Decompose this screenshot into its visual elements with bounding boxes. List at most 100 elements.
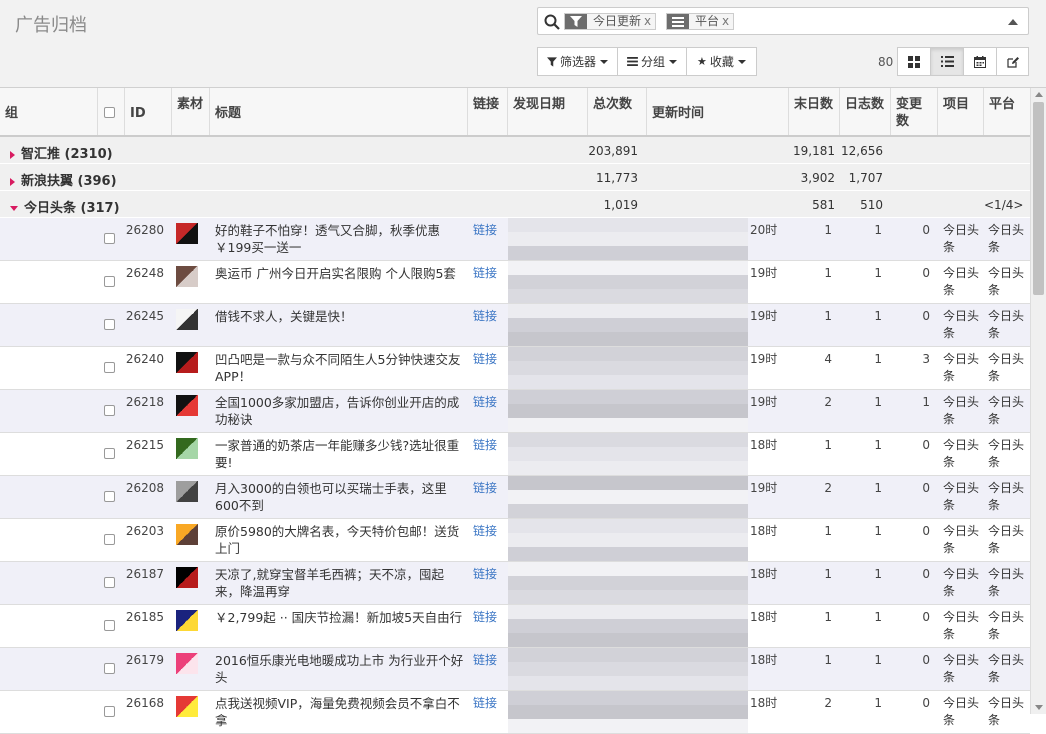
select-all-checkbox[interactable]	[104, 107, 115, 118]
ad-thumbnail[interactable]	[176, 481, 198, 502]
row-checkbox[interactable]	[104, 276, 115, 287]
table-row[interactable]: 26185 ￥2,799起 ·· 国庆节捡漏！新加坡5天自由行 链接 18时 1 1 0 今日…	[0, 605, 1030, 648]
row-checkbox[interactable]	[104, 534, 115, 545]
row-link[interactable]: 链接	[473, 351, 497, 368]
list-view-button[interactable]	[930, 47, 964, 76]
row-project: 今日头条	[943, 352, 980, 383]
ad-thumbnail[interactable]	[176, 610, 198, 631]
row-link[interactable]: 链接	[473, 609, 497, 626]
group-pager[interactable]: <1/4>	[984, 198, 1023, 212]
row-title: 天凉了,就穿宝督羊毛西裤；天不凉，囤起来，降温再穿	[215, 567, 444, 599]
group-by-button[interactable]: 分组	[617, 47, 687, 76]
column-header-title[interactable]: 标题	[209, 88, 468, 135]
ad-thumbnail[interactable]	[176, 438, 198, 459]
ad-thumbnail[interactable]	[176, 524, 198, 545]
row-id: 26187	[125, 567, 164, 581]
kanban-view-button[interactable]	[897, 47, 931, 76]
column-header-last-day[interactable]: 末日数	[788, 88, 840, 135]
column-header-platform[interactable]: 平台	[983, 88, 1030, 135]
table-row[interactable]: 26215 一家普通的奶茶店一年能赚多少钱?选址很重要! 链接 18时 1 1 0 今日头条今…	[0, 433, 1030, 476]
table-row[interactable]: 26208 月入3000的白领也可以买瑞士手表，这里600不到 链接 19时 2 1 0 今日…	[0, 476, 1030, 519]
group-name[interactable]: 智汇推 (2310)	[10, 143, 113, 162]
scrollbar-thumb[interactable]	[1033, 102, 1044, 295]
filters-button[interactable]: 筛选器	[537, 47, 618, 76]
favorites-button[interactable]: ★ 收藏	[686, 47, 757, 76]
row-checkbox[interactable]	[104, 448, 115, 459]
row-link[interactable]: 链接	[473, 523, 497, 540]
row-checkbox[interactable]	[104, 491, 115, 502]
row-link[interactable]: 链接	[473, 566, 497, 583]
column-header-link[interactable]: 链接	[467, 88, 507, 135]
row-checkbox[interactable]	[104, 577, 115, 588]
ad-thumbnail[interactable]	[176, 223, 198, 244]
group-row[interactable]: 今日头条 (317) 1,019 581 510 <1/4>	[0, 191, 1030, 218]
column-header-group[interactable]: 组	[0, 88, 98, 135]
table-row[interactable]: 26179 2016恒乐康光电地暖成功上市 为行业开个好头 链接 18时 1 1 0 今日头条…	[0, 648, 1030, 691]
row-link[interactable]: 链接	[473, 437, 497, 454]
column-header-found-date[interactable]: 发现日期	[507, 88, 588, 135]
edit-view-button[interactable]	[996, 47, 1029, 76]
ad-thumbnail[interactable]	[176, 567, 198, 588]
row-title: 凹凸吧是一款与众不同陌生人5分钟快速交友APP！	[215, 352, 461, 384]
row-checkbox[interactable]	[104, 405, 115, 416]
column-header-total[interactable]: 总次数	[587, 88, 647, 135]
row-checkbox[interactable]	[104, 362, 115, 373]
row-link[interactable]: 链接	[473, 652, 497, 669]
search-icon[interactable]	[544, 14, 560, 30]
row-checkbox[interactable]	[104, 620, 115, 631]
row-change: 0	[922, 309, 930, 323]
row-project: 今日头条	[943, 567, 980, 598]
scroll-up-icon[interactable]	[1035, 92, 1043, 97]
table-row[interactable]: 26218 全国1000多家加盟店，告诉你创业开店的成功秘诀 链接 19时 2 1 1 今日头…	[0, 390, 1030, 433]
column-header-updated[interactable]: 更新时间	[646, 88, 789, 135]
redacted-area	[508, 433, 748, 475]
scroll-down-icon[interactable]	[1035, 705, 1043, 710]
table-row[interactable]: 26187 天凉了,就穿宝督羊毛西裤；天不凉，囤起来，降温再穿 链接 18时 1 1 0 今日…	[0, 562, 1030, 605]
column-header-change[interactable]: 变更数	[890, 88, 938, 135]
facet-today-updated[interactable]: 今日更新 x	[564, 13, 657, 30]
table-row[interactable]: 26280 好的鞋子不怕穿！透气又合脚，秋季优惠￥199买一送一 链接 20时 1 1 0 今…	[0, 218, 1030, 261]
row-link[interactable]: 链接	[473, 480, 497, 497]
facet-remove-button[interactable]: x	[722, 14, 733, 29]
row-checkbox[interactable]	[104, 233, 115, 244]
group-name[interactable]: 今日头条 (317)	[10, 197, 120, 216]
vertical-scrollbar[interactable]	[1030, 88, 1046, 714]
ad-thumbnail[interactable]	[176, 653, 198, 674]
ad-thumbnail[interactable]	[176, 395, 198, 416]
table-row[interactable]: 26240 凹凸吧是一款与众不同陌生人5分钟快速交友APP！ 链接 19时 4 1 3 今日头…	[0, 347, 1030, 390]
row-checkbox[interactable]	[104, 663, 115, 674]
ad-thumbnail[interactable]	[176, 352, 198, 373]
row-link[interactable]: 链接	[473, 308, 497, 325]
column-header-material[interactable]: 素材	[171, 88, 210, 135]
facet-remove-button[interactable]: x	[644, 14, 655, 29]
row-platform: 今日头条	[988, 524, 1025, 555]
chevron-up-icon[interactable]	[1008, 19, 1018, 25]
row-checkbox[interactable]	[104, 706, 115, 717]
row-link[interactable]: 链接	[473, 695, 497, 712]
row-link[interactable]: 链接	[473, 222, 497, 239]
table-row[interactable]: 26248 奥运币 广州今日开启实名限购 个人限购5套 链接 19时 1 1 0 今日头条 今日…	[0, 261, 1030, 304]
row-link[interactable]: 链接	[473, 265, 497, 282]
table-row[interactable]: 26168 点我送视频VIP，海量免费视频会员不拿白不拿 链接 18时 2 1 0 今日头条今…	[0, 691, 1030, 734]
grid-icon	[908, 55, 920, 68]
row-checkbox[interactable]	[104, 319, 115, 330]
column-header-id[interactable]: ID	[124, 88, 172, 135]
group-log: 12,656	[841, 144, 883, 158]
group-row[interactable]: 智汇推 (2310) 203,891 19,181 12,656	[0, 137, 1030, 164]
column-header-project[interactable]: 项目	[937, 88, 984, 135]
search-bar[interactable]: 今日更新 x 平台 x	[537, 7, 1029, 35]
table-row[interactable]: 26245 借钱不求人，关键是快！ 链接 19时 1 1 0 今日头条 今日头条	[0, 304, 1030, 347]
caret-right-icon	[10, 177, 15, 186]
table-row[interactable]: 26203 原价5980的大牌名表，今天特价包邮！送货上门 链接 18时 1 1 0 今日头条…	[0, 519, 1030, 562]
facet-platform[interactable]: 平台 x	[666, 13, 735, 30]
row-last-day: 1	[824, 266, 832, 280]
group-name[interactable]: 新浪扶翼 (396)	[10, 170, 117, 189]
row-change: 1	[922, 395, 930, 409]
ad-thumbnail[interactable]	[176, 266, 198, 287]
column-header-log[interactable]: 日志数	[839, 88, 891, 135]
calendar-view-button[interactable]	[963, 47, 997, 76]
ad-thumbnail[interactable]	[176, 309, 198, 330]
group-log: 1,707	[848, 171, 883, 185]
group-row[interactable]: 新浪扶翼 (396) 11,773 3,902 1,707	[0, 164, 1030, 191]
row-link[interactable]: 链接	[473, 394, 497, 411]
